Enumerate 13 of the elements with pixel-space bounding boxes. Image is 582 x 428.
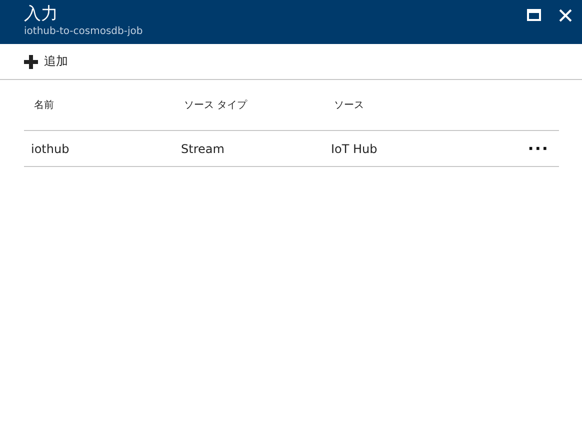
column-header: ソース タイプ — [183, 98, 248, 112]
column-header: ソース — [333, 99, 365, 112]
table-cell-text: IoT Hub — [330, 142, 378, 156]
more-button[interactable]: ··· — [524, 139, 553, 158]
add-button[interactable]: 追加 — [24, 53, 68, 70]
maximize-icon[interactable] — [527, 9, 541, 21]
table-cell-text: Stream — [180, 142, 226, 156]
plus-icon — [24, 54, 38, 68]
window-title: 入力 — [24, 4, 59, 25]
window-subtitle: iothub-to-cosmosdb-job — [24, 25, 143, 38]
column-header: 名前 — [33, 99, 55, 112]
table-cell-text: iothub — [30, 142, 70, 156]
close-icon[interactable] — [559, 8, 572, 22]
